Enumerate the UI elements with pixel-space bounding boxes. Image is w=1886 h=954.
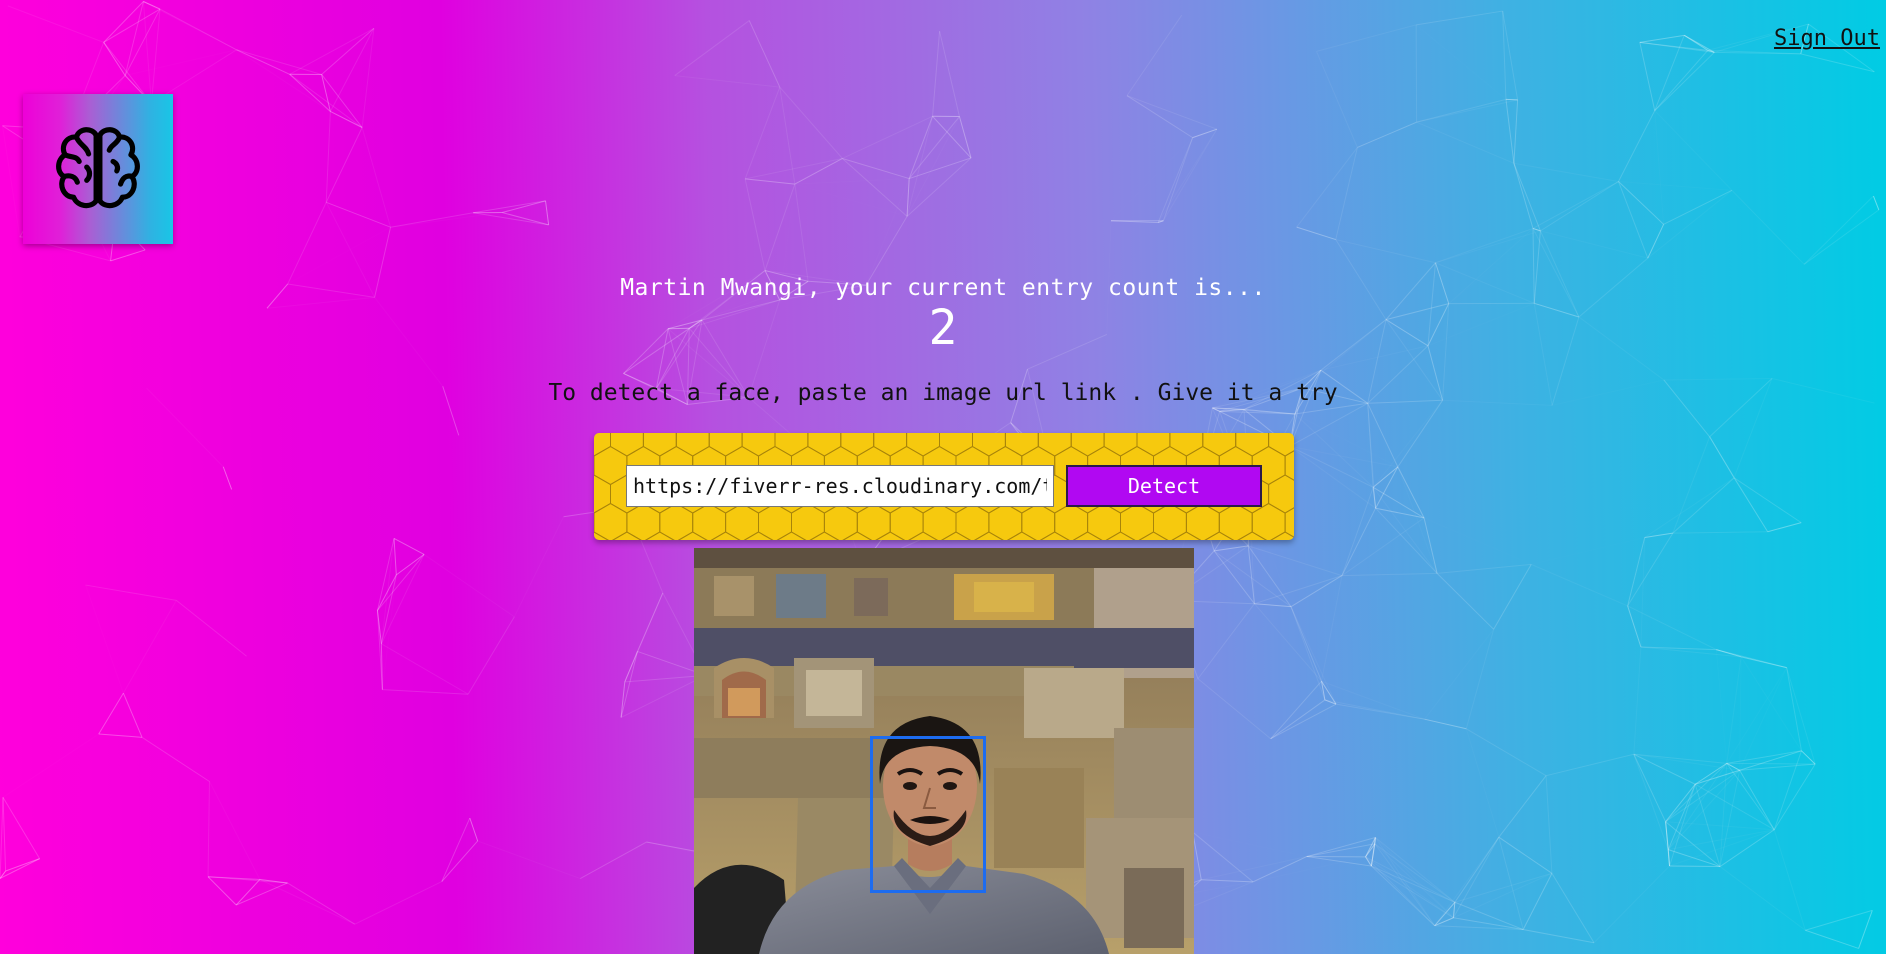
detect-button[interactable]: Detect [1066,465,1262,507]
face-bounding-box [870,736,986,893]
entry-count-greeting: Martin Mwangi, your current entry count … [620,275,1266,301]
entry-count-value: 2 [928,300,958,356]
sign-out-link[interactable]: Sign Out [1774,26,1880,51]
instructions-text: To detect a face, paste an image url lin… [548,380,1338,406]
face-image [694,548,1194,954]
logo [23,94,173,244]
brain-icon [56,127,140,209]
image-link-form: Detect [594,433,1294,540]
image-url-input[interactable] [626,465,1054,507]
